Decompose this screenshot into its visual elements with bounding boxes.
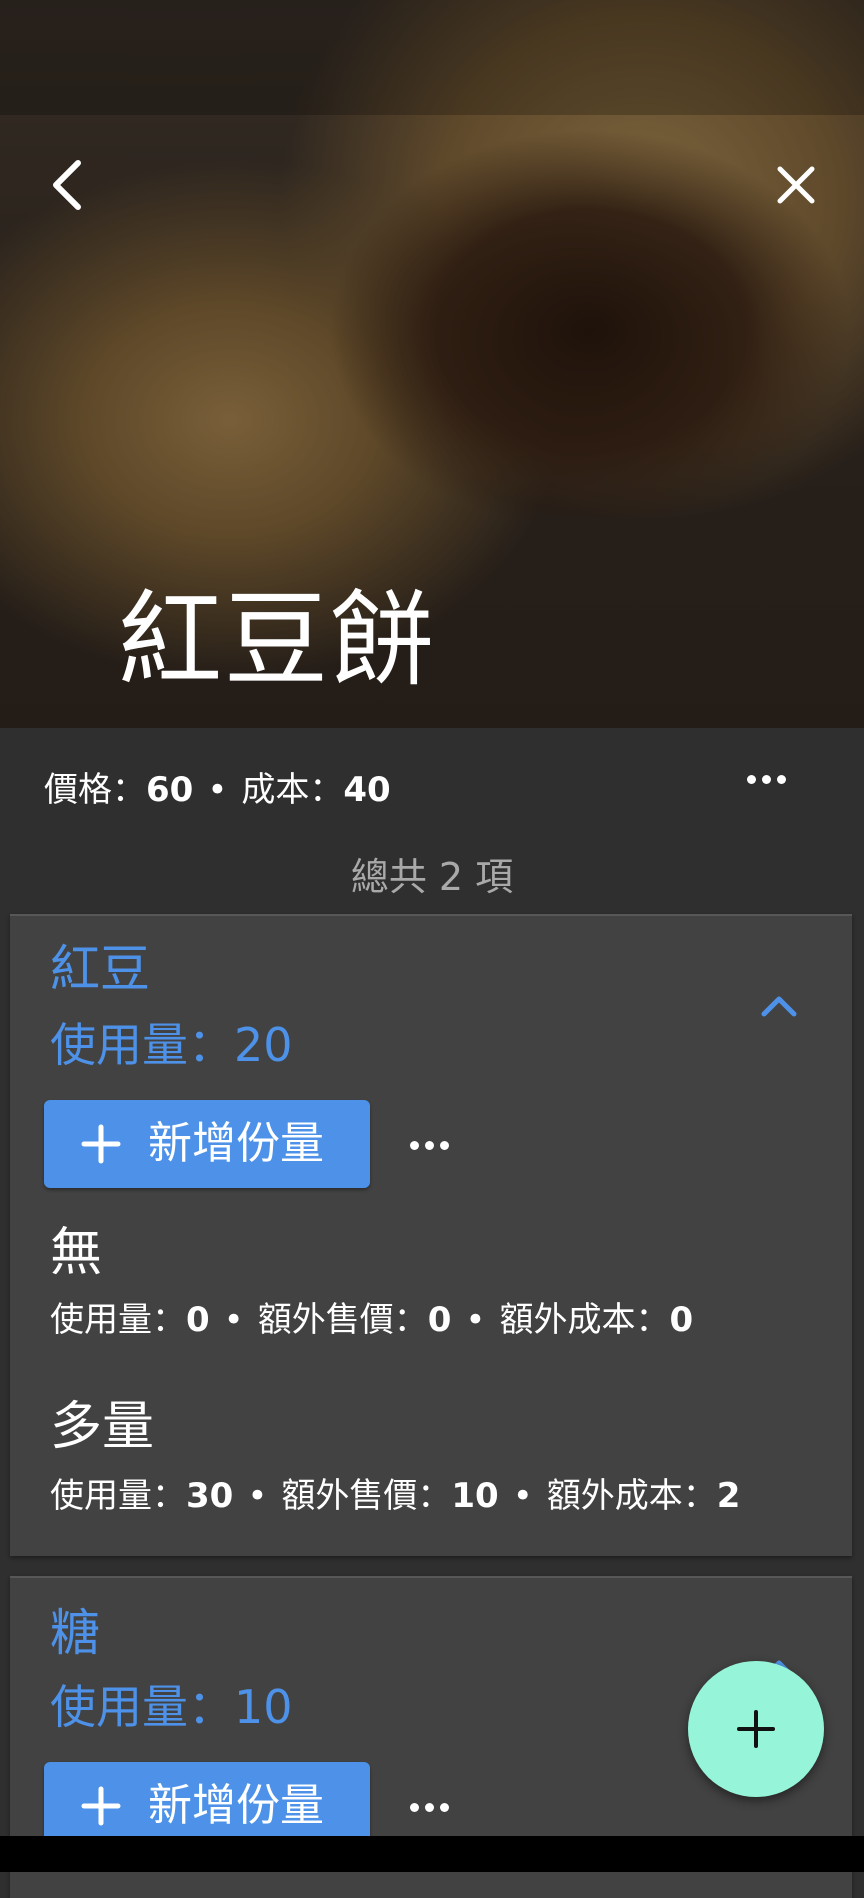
more-dot (440, 1141, 449, 1150)
close-icon (777, 166, 815, 204)
product-more-button[interactable] (747, 775, 786, 784)
extra-price-label: 額外售價： (257, 1300, 428, 1340)
close-button[interactable] (756, 145, 836, 225)
extra-price-value: 0 (427, 1300, 452, 1340)
separator: • (207, 770, 228, 810)
separator: • (223, 1300, 244, 1340)
ingredient-name: 紅豆 (50, 940, 150, 998)
ingredient-card: 紅豆 使用量：20 新增份量 無 使用量：0 • 額外售價：0 • 額外成本：0 多量 … (10, 914, 852, 1556)
price-label: 價格： (44, 770, 146, 810)
more-dot (425, 1803, 434, 1812)
portion-detail: 使用量：0 • 額外售價：0 • 額外成本：0 (50, 1298, 693, 1342)
add-portion-label: 新增份量 (148, 1780, 324, 1831)
usage-value: 30 (186, 1476, 234, 1516)
ingredient-name: 糖 (50, 1604, 100, 1662)
more-dot (425, 1141, 434, 1150)
navigation-bar (0, 1836, 864, 1872)
more-dot (762, 775, 771, 784)
price-value: 60 (146, 770, 194, 810)
extra-cost-value: 0 (669, 1300, 694, 1340)
usage-value: 0 (186, 1300, 210, 1340)
product-title: 紅豆餅 (118, 579, 437, 701)
cost-value: 40 (343, 770, 391, 810)
separator: • (512, 1476, 533, 1516)
ingredient-more-button[interactable] (410, 1141, 449, 1150)
separator: • (465, 1300, 486, 1340)
more-horizontal-icon (747, 775, 756, 784)
plus-icon (81, 1786, 121, 1826)
usage-label: 使用量： (50, 1300, 186, 1340)
ingredient-usage: 使用量：10 (50, 1680, 293, 1734)
more-dot (777, 775, 786, 784)
ingredient-more-button[interactable] (410, 1803, 449, 1812)
add-portion-label: 新增份量 (148, 1118, 324, 1169)
extra-cost-label: 額外成本： (546, 1476, 717, 1516)
ingredient-total: 總共 2 項 (350, 855, 514, 899)
chevron-left-icon (53, 160, 81, 210)
product-info-row: 價格：60 • 成本：40 (0, 728, 864, 848)
extra-cost-label: 額外成本： (499, 1300, 670, 1340)
extra-cost-value: 2 (716, 1476, 741, 1516)
more-horizontal-icon (410, 1141, 419, 1150)
add-portion-button[interactable]: 新增份量 (44, 1100, 370, 1188)
more-horizontal-icon (410, 1803, 419, 1812)
usage-label: 使用量： (50, 1476, 186, 1516)
product-price-cost: 價格：60 • 成本：40 (44, 768, 391, 812)
separator: • (247, 1476, 268, 1516)
portion-name[interactable]: 多量 (50, 1396, 154, 1458)
add-ingredient-fab[interactable] (688, 1661, 824, 1797)
chevron-up-icon[interactable] (754, 984, 804, 1024)
status-bar (0, 0, 864, 115)
hero-image: 紅豆餅 (0, 0, 864, 728)
cost-label: 成本： (241, 770, 344, 810)
ingredient-usage: 使用量：20 (50, 1018, 293, 1072)
more-dot (440, 1803, 449, 1812)
plus-icon (737, 1710, 775, 1748)
portion-detail: 使用量：30 • 額外售價：10 • 額外成本：2 (50, 1474, 740, 1518)
back-button[interactable] (28, 145, 108, 225)
extra-price-value: 10 (451, 1476, 499, 1516)
plus-icon (81, 1124, 121, 1164)
extra-price-label: 額外售價： (281, 1476, 452, 1516)
portion-name[interactable]: 無 (50, 1222, 102, 1284)
